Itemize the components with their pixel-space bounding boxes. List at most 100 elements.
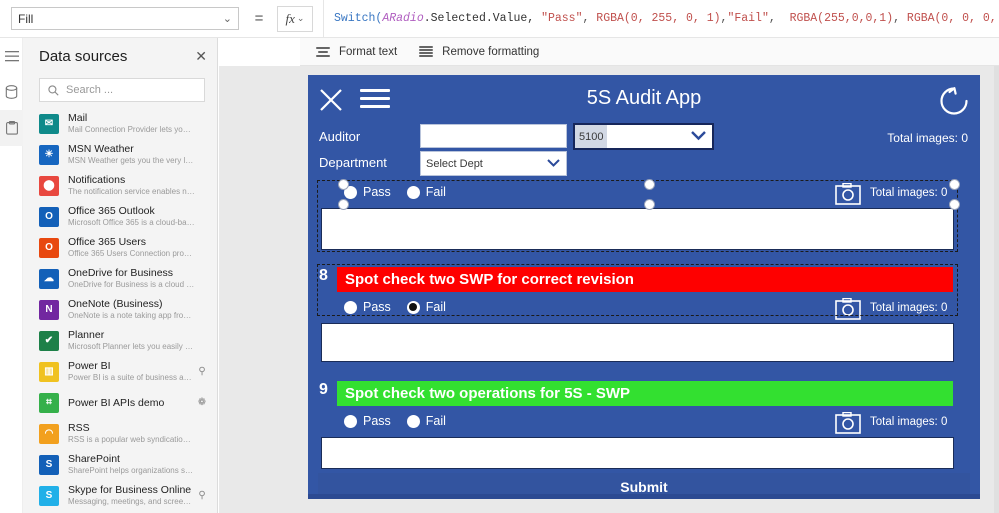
close-icon[interactable]: ✕ <box>195 49 207 63</box>
data-source-item[interactable]: ⬤ Notifications The notification service e… <box>23 170 217 201</box>
data-source-item[interactable]: O Office 365 Outlook Microsoft Office 365 … <box>23 201 217 232</box>
data-source-icon: ☁ <box>39 268 59 289</box>
property-selector[interactable]: Fill ⌄ <box>11 7 239 30</box>
data-source-icon: ⌗ <box>39 392 59 413</box>
data-source-badge-icon: ⚲ <box>198 366 206 377</box>
data-source-description: Microsoft Office 365 is a cloud-based se… <box>68 218 195 227</box>
data-icon[interactable] <box>0 74 23 110</box>
close-icon[interactable] <box>318 87 344 113</box>
search-placeholder: Search ... <box>66 84 114 96</box>
row9-radio-group[interactable]: Pass Fail <box>344 414 462 428</box>
selection-handle[interactable] <box>338 179 349 190</box>
data-source-name: Office 365 Users <box>68 236 147 248</box>
row9-question: Spot check two operations for 5S - SWP <box>337 381 953 406</box>
row9-pass-label: Pass <box>363 414 391 428</box>
row8-number: 8 <box>319 267 328 284</box>
data-source-icon: ⬤ <box>39 175 59 196</box>
format-text-label: Format text <box>339 45 398 58</box>
data-source-item[interactable]: ☁ OneDrive for Business OneDrive for Busin… <box>23 263 217 294</box>
data-source-description: RSS is a popular web syndication format … <box>68 435 195 444</box>
auditor-label: Auditor <box>319 129 361 144</box>
row8-pass-option[interactable]: Pass <box>344 300 391 314</box>
fx-button[interactable]: fx ⌄ <box>277 5 313 32</box>
camera-icon[interactable] <box>835 297 861 320</box>
data-source-text: Skype for Business Online Messaging, meet… <box>68 484 195 507</box>
data-source-name: Skype for Business Online <box>68 484 192 496</box>
selection-handle[interactable] <box>644 179 655 190</box>
data-source-item[interactable]: ▥ Power BI Power BI is a suite of business… <box>23 356 217 387</box>
radio-icon <box>406 414 420 428</box>
chevron-down-icon: ⌄ <box>222 13 232 25</box>
database-icon <box>5 85 18 99</box>
selection-handle[interactable] <box>644 199 655 210</box>
formula-input[interactable]: Switch(ARadio .Selected.Value, "Pass", RG… <box>323 0 999 38</box>
formula-token-rgba-green: RGBA(0, 255, 0, 1) <box>596 12 721 25</box>
hamburger-icon[interactable] <box>360 89 390 111</box>
row0-pass-option[interactable]: Pass <box>344 185 391 199</box>
row0-radio-group[interactable]: Pass Fail <box>344 185 462 199</box>
data-source-text: SharePoint SharePoint helps organizations… <box>68 453 195 476</box>
data-source-item[interactable]: ◠ RSSRSS is a popular web syndication for… <box>23 418 217 449</box>
data-source-item[interactable]: ⌗ Power BI APIs demo ❁ <box>23 387 217 418</box>
row9-note-input[interactable] <box>321 437 954 469</box>
formula-bar: Fill ⌄ = fx ⌄ Switch(ARadio .Selected.Valu… <box>0 0 999 38</box>
data-source-description: Office 365 Users Connection provider let… <box>68 249 195 258</box>
data-source-name: Planner <box>68 329 105 341</box>
camera-icon[interactable] <box>835 411 861 434</box>
data-source-text: MailMail Connection Provider lets you se… <box>68 112 195 135</box>
data-source-name: Notifications <box>68 174 126 186</box>
data-source-name: OneNote (Business) <box>68 298 163 310</box>
chevron-down-icon <box>546 155 561 173</box>
search-input[interactable]: Search ... <box>39 78 205 102</box>
row0-fail-option[interactable]: Fail <box>406 185 446 199</box>
department-dropdown[interactable]: Select Dept <box>420 151 567 176</box>
data-source-item[interactable]: N OneNote (Business) OneNote is a note tak… <box>23 294 217 325</box>
row8-fail-option[interactable]: Fail <box>406 300 446 314</box>
canvas-scrollbar[interactable] <box>994 66 999 513</box>
data-source-description: SharePoint helps organizations share and… <box>68 466 195 475</box>
auditor-input[interactable] <box>420 124 567 148</box>
row0-note-input[interactable] <box>321 208 954 250</box>
data-source-text: OneDrive for Business OneDrive for Busine… <box>68 267 195 290</box>
data-source-badge-icon: ❁ <box>197 397 207 408</box>
line-dropdown[interactable]: 5100 <box>573 123 714 150</box>
remove-formatting-button[interactable]: Remove formatting <box>419 38 539 65</box>
format-text-button[interactable]: Format text <box>316 38 397 65</box>
data-sources-header: Data sources ✕ <box>23 38 217 74</box>
property-selector-value: Fill <box>18 11 34 26</box>
refresh-icon[interactable] <box>936 83 972 119</box>
data-sources-list[interactable]: ✉ Mail Mail Connection Provider lets you s… <box>23 108 217 513</box>
row8-note-input[interactable] <box>321 323 954 362</box>
formula-token-sep1: , <box>582 12 597 25</box>
data-source-text: MSN Weather MSN Weather gets you the very… <box>68 143 195 166</box>
data-source-description: Mail Connection Provider lets you send e… <box>68 125 195 134</box>
selection-handle[interactable] <box>338 199 349 210</box>
camera-icon[interactable] <box>835 182 861 205</box>
data-source-item[interactable]: S SharePoint SharePoint helps organization… <box>23 449 217 480</box>
search-icon <box>48 84 59 96</box>
selection-handle[interactable] <box>949 179 960 190</box>
row8-total-images: Total images: 0 <box>870 302 948 314</box>
data-source-item[interactable]: ✔ Planner Microsoft Planner lets you easil… <box>23 325 217 356</box>
app-header: 5S Audit App <box>308 75 980 121</box>
formula-token-function: Switch( <box>334 12 383 25</box>
hamburger-line <box>360 89 390 92</box>
data-source-item[interactable]: S Skype for Business Online Messaging, mee… <box>23 480 217 511</box>
formula-token-sep3: , <box>768 12 790 25</box>
selection-handle[interactable] <box>949 199 960 210</box>
data-source-icon: ✔ <box>39 330 59 351</box>
row9-fail-option[interactable]: Fail <box>406 414 446 428</box>
data-source-item[interactable]: ✉ Mail Mail Connection Provider lets you s… <box>23 108 217 139</box>
data-source-item[interactable]: O Office 365 Users Office 365 Users Connec… <box>23 232 217 263</box>
formula-token-sep4: , <box>893 12 907 25</box>
data-source-item[interactable]: ☀ MSN Weather MSN Weather gets you the ver… <box>23 139 217 170</box>
department-dropdown-value: Select Dept <box>426 157 483 170</box>
row8-radio-group[interactable]: Pass Fail <box>344 300 462 314</box>
data-source-text: Office 365 Outlook Microsoft Office 365 i… <box>68 205 195 228</box>
row9-pass-option[interactable]: Pass <box>344 414 391 428</box>
data-source-icon: O <box>39 206 59 227</box>
media-icon[interactable] <box>0 110 23 146</box>
audit-row: 8 Spot check two SWP for correct revisio… <box>308 264 980 362</box>
data-source-icon: S <box>39 485 59 506</box>
menu-icon[interactable] <box>0 38 23 74</box>
